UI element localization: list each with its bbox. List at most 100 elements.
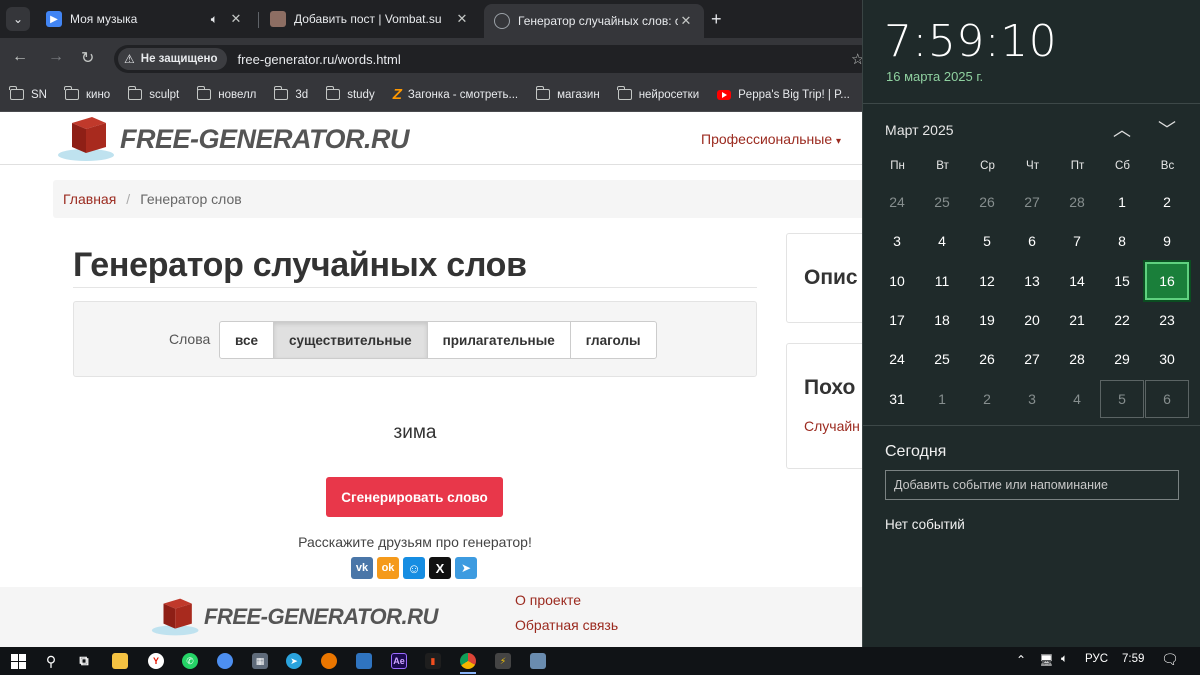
taskbar-clock[interactable]: 7:59 bbox=[1122, 653, 1144, 665]
calendar-day[interactable]: 1 bbox=[1100, 183, 1144, 221]
speaker-icon[interactable]: 🔈︎ bbox=[211, 12, 218, 27]
figma-icon[interactable]: ▮ bbox=[423, 651, 443, 671]
generate-word-button[interactable]: Сгенерировать слово bbox=[326, 477, 503, 517]
x-icon[interactable]: X bbox=[429, 557, 451, 579]
chevron-down-icon[interactable]: ﹀ bbox=[1158, 116, 1176, 142]
full-date-link[interactable]: 16 марта 2025 г. bbox=[886, 69, 983, 84]
tab-vombat[interactable]: Добавить пост | Vombat.su ✕ bbox=[260, 4, 480, 34]
close-icon[interactable]: ✕ bbox=[678, 13, 694, 29]
calendar-day[interactable]: 27 bbox=[1010, 183, 1054, 221]
calendar-day[interactable]: 18 bbox=[920, 301, 964, 339]
calendar-day[interactable]: 6 bbox=[1145, 379, 1189, 418]
calendar-day[interactable]: 10 bbox=[875, 262, 919, 300]
bookmark-magazin[interactable]: магазин bbox=[535, 86, 600, 101]
calendar-day-today[interactable]: 16 bbox=[1143, 259, 1191, 302]
bookmark-peppa[interactable]: Peppa's Big Trip! | P... bbox=[717, 89, 850, 101]
tab-word-generator[interactable]: Генератор случайных слов: су ✕ bbox=[484, 4, 704, 38]
calendar-day[interactable]: 24 bbox=[875, 340, 919, 378]
calendar-day[interactable]: 1 bbox=[920, 380, 964, 418]
windows-start-icon[interactable] bbox=[8, 651, 28, 671]
calendar-day[interactable]: 23 bbox=[1145, 301, 1189, 339]
whatsapp-icon[interactable]: ✆ bbox=[180, 651, 200, 671]
calendar-day[interactable]: 28 bbox=[1055, 183, 1099, 221]
calendar-day[interactable]: 24 bbox=[875, 183, 919, 221]
calendar-day[interactable]: 15 bbox=[1100, 262, 1144, 300]
calendar-day[interactable]: 17 bbox=[875, 301, 919, 339]
blender-icon[interactable] bbox=[319, 651, 339, 671]
calendar-day[interactable]: 22 bbox=[1100, 301, 1144, 339]
back-arrow-icon[interactable]: ← bbox=[12, 48, 28, 66]
lightning-app-icon[interactable]: ⚡ bbox=[493, 651, 513, 671]
add-event-input[interactable]: Добавить событие или напоминание bbox=[885, 470, 1179, 500]
sidebar-link[interactable]: Случайн bbox=[804, 418, 860, 434]
tab-search-button[interactable]: ⌄ bbox=[6, 7, 30, 31]
about-link[interactable]: О проекте bbox=[515, 592, 581, 608]
site-logo[interactable]: FREE-GENERATOR.RU bbox=[56, 115, 410, 163]
odnoklassniki-icon[interactable]: ok bbox=[377, 557, 399, 579]
bookmark-sn[interactable]: SN bbox=[9, 86, 47, 101]
professional-menu[interactable]: Профессиональные ▾ bbox=[701, 131, 841, 147]
filter-nouns-button[interactable]: существительные bbox=[272, 321, 428, 359]
language-indicator[interactable]: РУС bbox=[1085, 653, 1108, 665]
telegram-app-icon[interactable]: ➤ bbox=[284, 651, 304, 671]
new-tab-button[interactable]: + bbox=[711, 9, 722, 30]
calendar-day[interactable]: 3 bbox=[875, 222, 919, 260]
security-chip[interactable]: ⚠ Не защищено bbox=[118, 48, 228, 70]
calendar-day[interactable]: 4 bbox=[920, 222, 964, 260]
after-effects-icon[interactable]: Ae bbox=[389, 651, 409, 671]
calendar-day[interactable]: 14 bbox=[1055, 262, 1099, 300]
calendar-day[interactable]: 11 bbox=[920, 262, 964, 300]
calendar-day[interactable]: 31 bbox=[875, 380, 919, 418]
calendar-day[interactable]: 29 bbox=[1100, 340, 1144, 378]
yandex-browser-icon[interactable]: Y bbox=[146, 651, 166, 671]
chevron-up-tray-icon[interactable]: ⌃ bbox=[1016, 653, 1026, 667]
calendar-day[interactable]: 19 bbox=[965, 301, 1009, 339]
bookmark-3d[interactable]: 3d bbox=[273, 86, 308, 101]
app-blue-icon[interactable] bbox=[354, 651, 374, 671]
filter-all-button[interactable]: все bbox=[219, 321, 274, 359]
footer-logo[interactable]: FREE-GENERATOR.RU bbox=[150, 597, 438, 637]
reload-icon[interactable]: ↻ bbox=[81, 48, 94, 68]
calendar-day[interactable]: 25 bbox=[920, 183, 964, 221]
filter-adjectives-button[interactable]: прилагательные bbox=[426, 321, 571, 359]
file-explorer-icon[interactable] bbox=[110, 651, 130, 671]
close-icon[interactable]: ✕ bbox=[228, 11, 244, 27]
chrome-icon[interactable] bbox=[458, 651, 478, 671]
calculator-icon[interactable]: ▦ bbox=[250, 651, 270, 671]
url-text[interactable]: free-generator.ru/words.html bbox=[237, 52, 400, 67]
forward-arrow-icon[interactable]: → bbox=[48, 48, 64, 66]
close-icon[interactable]: ✕ bbox=[454, 11, 470, 27]
calendar-day[interactable]: 12 bbox=[965, 262, 1009, 300]
bookmark-kino[interactable]: кино bbox=[64, 86, 110, 101]
filter-verbs-button[interactable]: глаголы bbox=[569, 321, 657, 359]
bookmark-study[interactable]: study bbox=[325, 86, 375, 101]
bookmark-neuroset[interactable]: нейросетки bbox=[617, 86, 699, 101]
chrome-alt-icon[interactable] bbox=[215, 651, 235, 671]
feedback-link[interactable]: Обратная связь bbox=[515, 617, 618, 633]
calendar-day[interactable]: 9 bbox=[1145, 222, 1189, 260]
telegram-icon[interactable]: ➤ bbox=[455, 557, 477, 579]
network-icon[interactable]: 🖥︎ bbox=[1039, 653, 1054, 667]
calendar-day[interactable]: 3 bbox=[1010, 380, 1054, 418]
search-icon[interactable]: ⚲ bbox=[41, 651, 61, 671]
calendar-day[interactable]: 30 bbox=[1145, 340, 1189, 378]
calendar-day[interactable]: 2 bbox=[1145, 183, 1189, 221]
calendar-day[interactable]: 5 bbox=[1100, 379, 1144, 418]
vk-icon[interactable]: vk bbox=[351, 557, 373, 579]
calendar-month-title[interactable]: Март 2025 bbox=[885, 122, 954, 138]
calendar-day[interactable]: 7 bbox=[1055, 222, 1099, 260]
breadcrumb-home-link[interactable]: Главная bbox=[63, 191, 116, 207]
bookmark-novell[interactable]: новелл bbox=[196, 86, 256, 101]
calendar-day[interactable]: 2 bbox=[965, 380, 1009, 418]
calendar-day[interactable]: 27 bbox=[1010, 340, 1054, 378]
volume-icon[interactable]: 🔈︎ bbox=[1061, 653, 1068, 666]
calendar-day[interactable]: 21 bbox=[1055, 301, 1099, 339]
calendar-day[interactable]: 25 bbox=[920, 340, 964, 378]
chevron-up-icon[interactable]: ︿ bbox=[1113, 116, 1131, 142]
task-view-icon[interactable]: ⧉ bbox=[74, 651, 94, 671]
address-bar[interactable]: ⚠ Не защищено free-generator.ru/words.ht… bbox=[114, 45, 874, 73]
calendar-day[interactable]: 28 bbox=[1055, 340, 1099, 378]
calendar-day[interactable]: 26 bbox=[965, 183, 1009, 221]
bookmark-zagonka[interactable]: Z Загонка - смотреть... bbox=[393, 86, 518, 103]
tab-music[interactable]: ▶ Моя музыка 🔈︎ ✕ bbox=[36, 4, 254, 34]
